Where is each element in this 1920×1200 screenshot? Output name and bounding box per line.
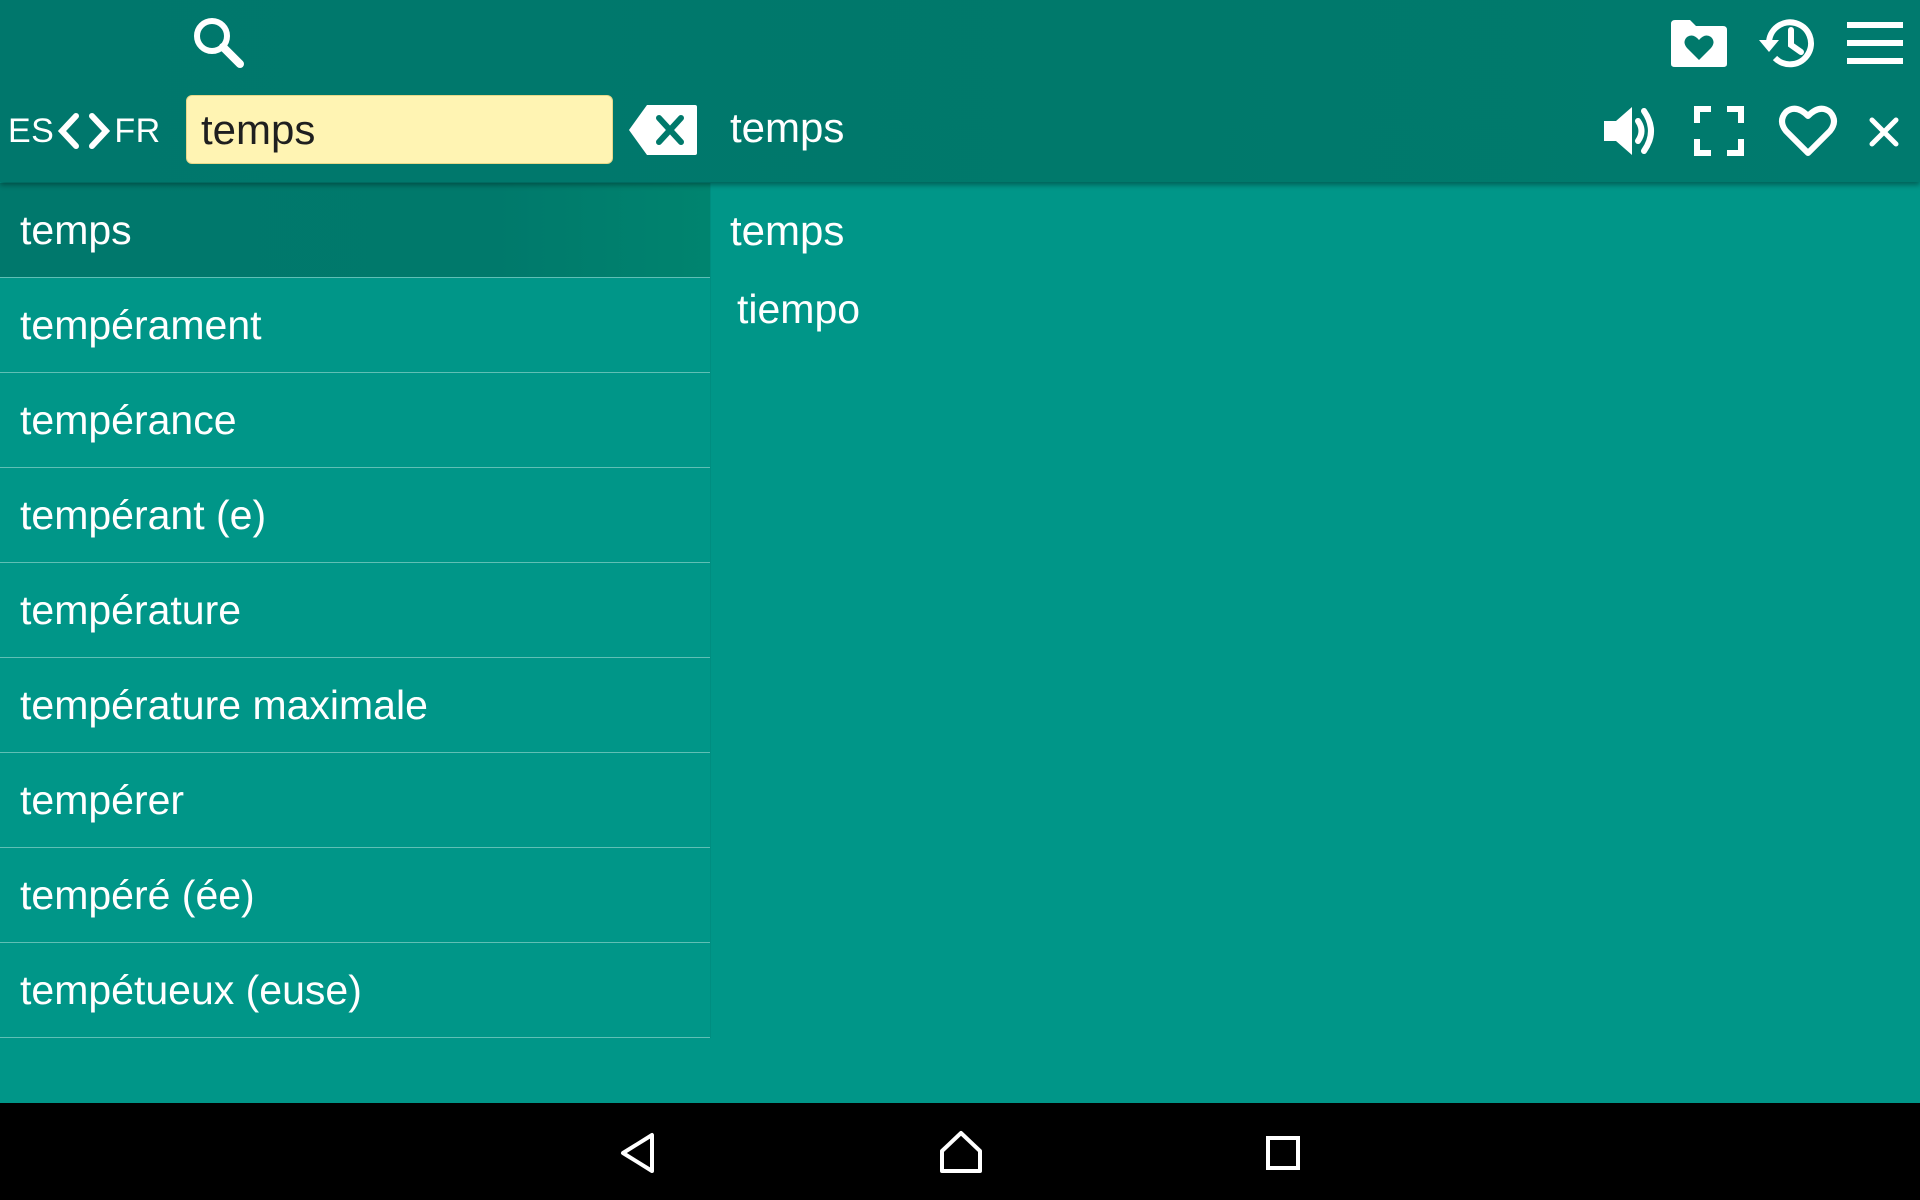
language-toggle[interactable]: ES FR [8, 106, 161, 156]
clear-search-button[interactable] [626, 102, 700, 158]
detail-translation: tiempo [737, 286, 861, 332]
list-item[interactable]: tempérament [0, 278, 710, 373]
history-icon[interactable] [1753, 8, 1823, 78]
list-item[interactable]: tempérant (e) [0, 468, 710, 563]
detail-headword: temps [730, 207, 845, 254]
list-item[interactable]: temps [0, 183, 710, 278]
list-item[interactable]: tempérance [0, 373, 710, 468]
menu-icon[interactable] [1842, 12, 1908, 74]
chevron-left-icon [56, 112, 82, 150]
translation-detail-pane: temps tiempo [711, 183, 1920, 1103]
system-navigation-bar [0, 1103, 1920, 1200]
chevron-right-icon [86, 112, 112, 150]
fullscreen-icon[interactable] [1690, 102, 1748, 160]
speaker-icon[interactable] [1598, 98, 1664, 164]
home-icon[interactable] [934, 1125, 988, 1179]
search-input[interactable] [186, 95, 613, 164]
back-icon[interactable] [612, 1127, 664, 1179]
backspace-icon [629, 105, 697, 155]
list-item[interactable]: température [0, 563, 710, 658]
source-language-code: ES [8, 111, 55, 150]
folder-heart-icon[interactable] [1666, 10, 1732, 76]
search-icon[interactable] [186, 10, 250, 74]
list-item[interactable]: tempétueux (euse) [0, 943, 710, 1038]
list-item[interactable]: tempérer [0, 753, 710, 848]
top-toolbar: ES FR temps [0, 0, 1920, 182]
dictionary-app: ES FR temps temps temps tempérament temp… [0, 0, 1920, 1200]
word-list: temps tempérament tempérance tempérant (… [0, 183, 711, 1038]
close-icon[interactable] [1864, 112, 1904, 152]
list-item[interactable]: tempéré (ée) [0, 848, 710, 943]
list-item[interactable]: température maximale [0, 658, 710, 753]
target-language-code: FR [114, 111, 161, 150]
header-word: temps [730, 104, 845, 151]
heart-icon[interactable] [1775, 98, 1841, 162]
recents-icon[interactable] [1258, 1128, 1308, 1178]
